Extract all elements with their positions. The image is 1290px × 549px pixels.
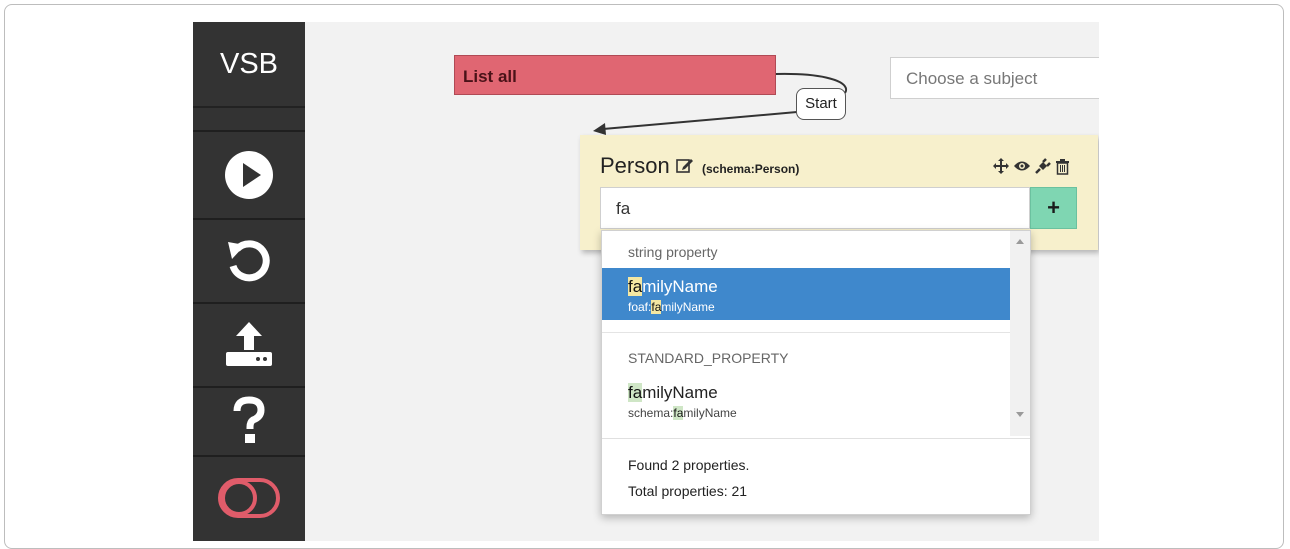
match-highlight: fa [628, 383, 643, 402]
item-name-rest: milyName [642, 383, 718, 402]
subject-select[interactable]: Choose a subject [890, 57, 1099, 99]
dropdown-scrollbar[interactable] [1010, 231, 1030, 436]
total-count: Total properties: 21 [628, 483, 748, 499]
eye-icon[interactable] [1013, 159, 1031, 173]
trash-icon[interactable] [1055, 158, 1070, 175]
card-icons [992, 157, 1070, 175]
help-button[interactable] [193, 388, 305, 454]
add-property-button[interactable]: + [1030, 187, 1077, 229]
person-title: Person [600, 153, 694, 179]
start-label: Start [796, 88, 846, 120]
app: VSB List all Start Choose a subject Pers… [193, 22, 1099, 541]
help-icon [233, 396, 265, 443]
upload-icon [226, 322, 272, 366]
app-logo: VSB [193, 22, 305, 108]
toggle-button[interactable] [193, 458, 305, 538]
item-uri: foaf:familyName [628, 300, 715, 314]
query-canvas: List all Start Choose a subject + Person… [305, 22, 1099, 541]
scroll-down-icon[interactable] [1016, 412, 1024, 417]
run-query-button[interactable] [193, 134, 305, 216]
person-title-text: Person [600, 153, 670, 178]
item-uri-prefix: foaf: [628, 300, 652, 314]
match-highlight: fa [673, 406, 684, 420]
move-icon[interactable] [992, 157, 1010, 175]
scroll-up-icon[interactable] [1016, 239, 1024, 244]
list-item[interactable]: familyName foaf:familyName [602, 268, 1010, 320]
sidebar-divider [193, 130, 305, 132]
item-uri-rest: milyName [683, 406, 737, 420]
toggle-icon [218, 478, 280, 518]
match-highlight: fa [651, 300, 662, 314]
subject-select-value: Choose a subject [906, 69, 1038, 88]
item-name-rest: milyName [642, 277, 718, 296]
group-header: STANDARD_PROPERTY [628, 350, 789, 366]
export-button[interactable] [193, 304, 305, 386]
footer-divider [602, 438, 1030, 439]
sidebar: VSB [193, 22, 305, 541]
list-item[interactable]: familyName schema:familyName [602, 374, 1010, 426]
item-uri-rest: milyName [661, 300, 715, 314]
match-highlight: fa [628, 277, 643, 296]
undo-icon [228, 240, 270, 282]
found-count: Found 2 properties. [628, 457, 750, 473]
item-uri: schema:familyName [628, 406, 737, 420]
property-autocomplete: string property familyName foaf:familyNa… [601, 230, 1031, 515]
play-icon [225, 151, 273, 199]
edit-icon[interactable] [676, 157, 694, 174]
reset-button[interactable] [193, 220, 305, 302]
person-schema: (schema:Person) [702, 162, 800, 176]
item-name: familyName [628, 383, 718, 403]
group-divider [602, 332, 1010, 333]
item-name: familyName [628, 277, 718, 297]
item-uri-prefix: schema: [628, 406, 674, 420]
group-header: string property [628, 244, 718, 260]
plug-icon[interactable] [1034, 157, 1052, 175]
sidebar-divider [193, 455, 305, 457]
property-search-input[interactable]: fa [600, 187, 1030, 229]
